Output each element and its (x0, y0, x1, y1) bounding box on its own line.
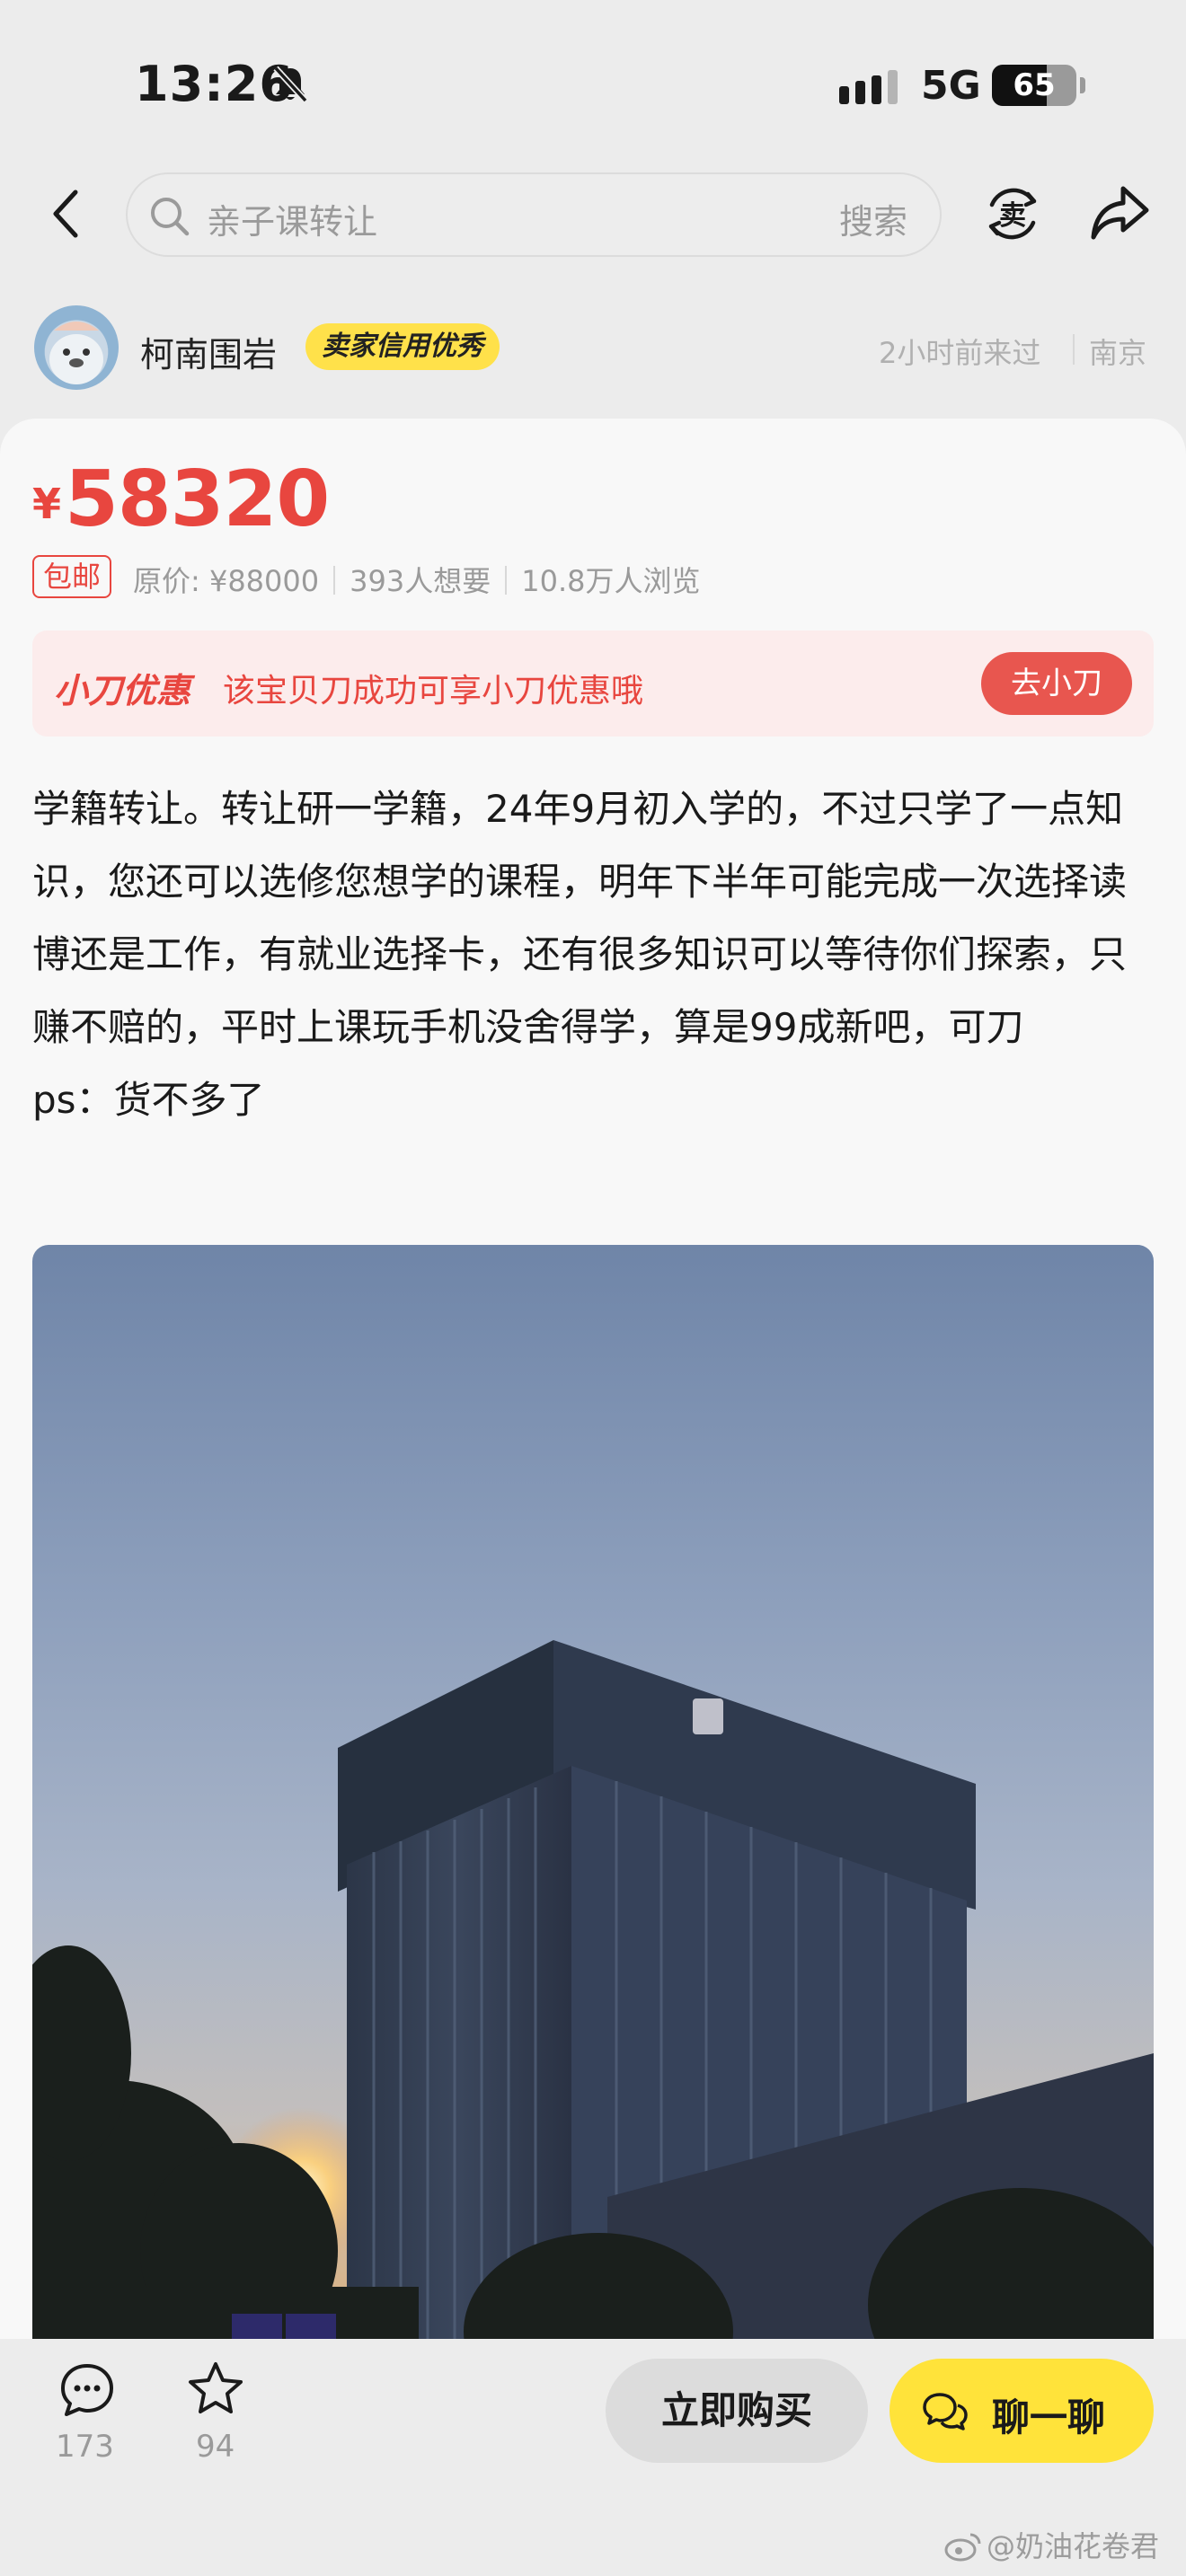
promo-title: 小刀优惠 (54, 671, 191, 710)
battery-nub (1080, 77, 1085, 93)
network-label: 5G (921, 63, 981, 109)
chat-label: 聊一聊 (992, 2395, 1106, 2439)
last-seen: 2小时前来过 (879, 336, 1041, 370)
divider (333, 566, 336, 595)
search-input[interactable]: 亲子课转让 (207, 194, 377, 243)
search-icon (151, 198, 190, 236)
product-description: 学籍转让。转让研一学籍，24年9月初入学的，不过只学了一点知识，您还可以选修您想… (32, 772, 1161, 1136)
description-note: ps：货不多了 (32, 1078, 265, 1122)
battery-indicator: 65 (992, 65, 1076, 106)
credit-badge: 卖家信用优秀 (305, 323, 500, 370)
back-icon[interactable] (47, 187, 86, 241)
watermark-text: @奶油花卷君 (987, 2529, 1160, 2563)
chat-bubble-icon (923, 2393, 968, 2430)
currency-symbol: ¥ (32, 480, 62, 528)
watermark: @奶油花卷君 (943, 2524, 1159, 2565)
buy-now-button[interactable]: 立即购买 (606, 2359, 868, 2463)
bargain-promo-banner: 小刀优惠 该宝贝刀成功可享小刀优惠哦 去小刀 (32, 631, 1154, 737)
building-photo-image (32, 1640, 1154, 2413)
description-text: 学籍转让。转让研一学籍，24年9月初入学的，不过只学了一点知识，您还可以选修您想… (32, 787, 1128, 1049)
weibo-icon (944, 2533, 981, 2562)
seller-avatar[interactable] (34, 305, 119, 390)
crest-icon (693, 1698, 723, 1734)
original-price: 原价: ¥88000 (133, 564, 320, 598)
view-count: 10.8万人浏览 (521, 564, 701, 598)
svg-text:卖: 卖 (999, 200, 1026, 232)
chat-button[interactable]: 聊一聊 (890, 2359, 1154, 2463)
comment-icon[interactable] (59, 2362, 115, 2418)
seller-location: 南京 (1089, 336, 1147, 370)
product-photo[interactable] (32, 1245, 1154, 2413)
promo-text: 该宝贝刀成功可享小刀优惠哦 (223, 673, 644, 710)
status-time: 13:26 (135, 56, 294, 112)
search-bar[interactable]: 亲子课转让 搜索 (126, 172, 942, 257)
status-bar: 13:26 5G 65 (0, 0, 1186, 171)
divider (505, 566, 508, 595)
product-stats: 原价: ¥88000 393人想要 10.8万人浏览 (133, 559, 700, 600)
bell-muted-icon (273, 66, 308, 103)
seal-avatar-icon (49, 322, 103, 384)
battery-percent: 65 (1013, 67, 1056, 103)
price: 58320 (65, 454, 330, 544)
want-count: 393人想要 (350, 564, 491, 598)
signal-icon (839, 70, 898, 104)
favorite-count: 94 (196, 2429, 235, 2465)
star-icon[interactable] (187, 2360, 244, 2416)
comment-count: 173 (56, 2429, 114, 2465)
search-button[interactable]: 搜索 (839, 194, 907, 243)
share-icon[interactable] (1089, 183, 1152, 243)
seller-name[interactable]: 柯南围岩 (140, 327, 277, 376)
bargain-button[interactable]: 去小刀 (981, 652, 1132, 715)
sell-icon[interactable]: 卖 (983, 178, 1042, 250)
free-shipping-tag: 包邮 (32, 555, 112, 598)
divider (1073, 334, 1075, 365)
